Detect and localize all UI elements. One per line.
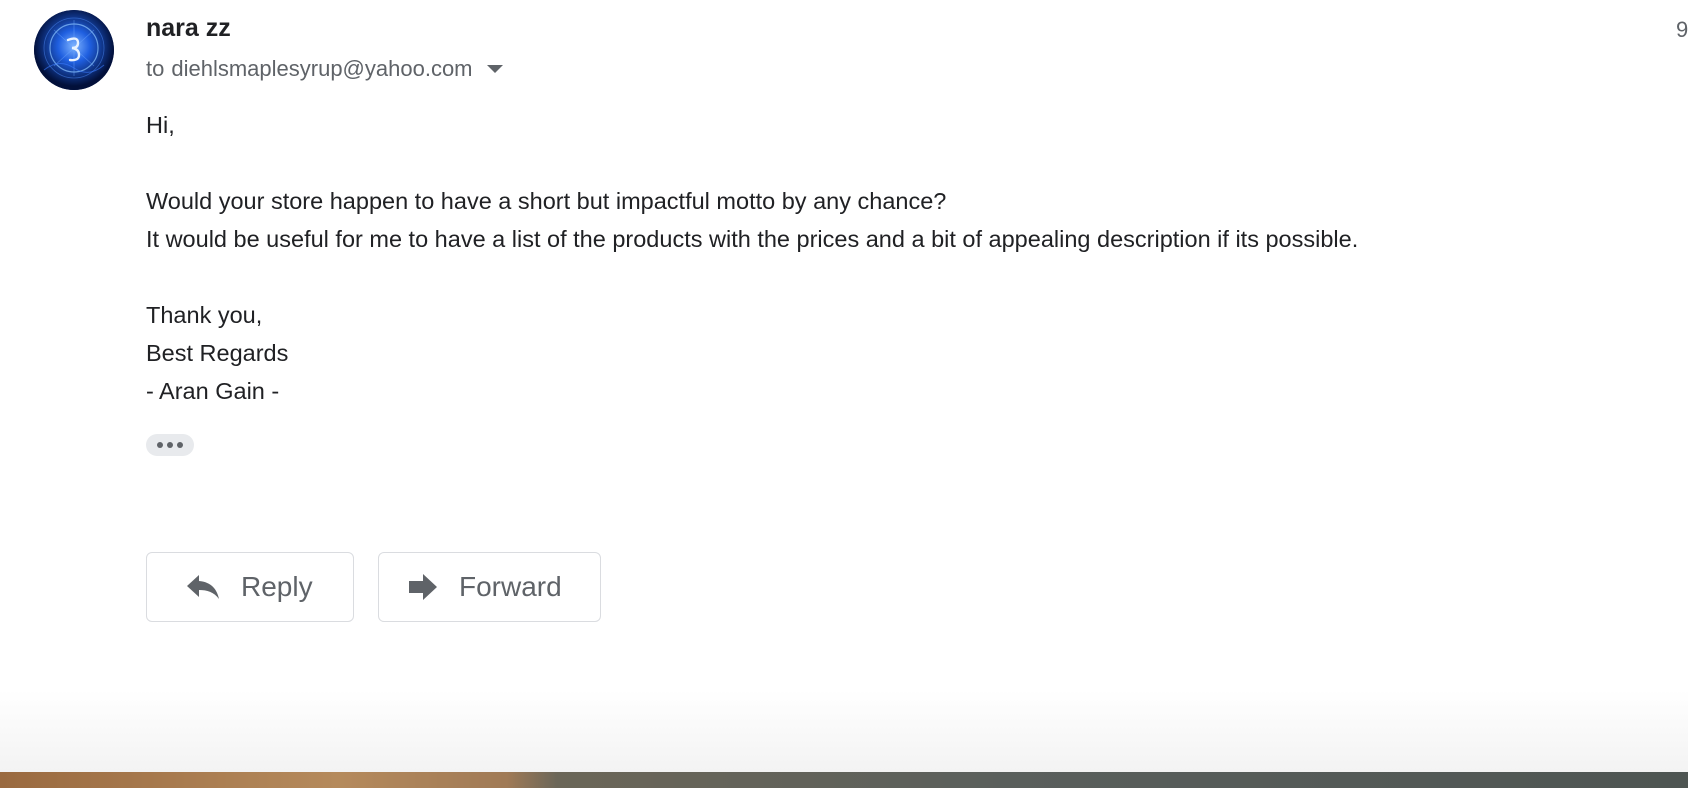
sender-avatar[interactable] <box>34 10 114 90</box>
recipient-prefix: to <box>146 56 165 81</box>
recipient-line: to diehlsmaplesyrup@yahoo.com <box>146 56 503 82</box>
email-view: nara zz to diehlsmaplesyrup@yahoo.com 9 … <box>0 0 1688 788</box>
content-bottom-fade <box>0 690 1688 772</box>
more-horiz-icon <box>167 442 173 448</box>
avatar-image <box>34 10 114 90</box>
caret-down-icon[interactable] <box>486 65 503 73</box>
body-spacer <box>146 258 1358 296</box>
more-horiz-icon <box>177 442 183 448</box>
message-timestamp: 9 <box>1676 17 1688 42</box>
body-closing-2: Best Regards <box>146 340 289 366</box>
forward-label: Forward <box>459 571 562 602</box>
body-closing-1: Thank you, <box>146 302 263 328</box>
forward-icon <box>409 574 437 600</box>
forward-button[interactable]: Forward <box>378 552 601 622</box>
reply-icon <box>187 575 219 599</box>
sender-name: nara zz <box>146 14 231 42</box>
desktop-background-strip <box>0 772 1688 788</box>
body-greeting: Hi, <box>146 112 175 138</box>
message-body: Hi, Would your store happen to have a sh… <box>146 106 1358 410</box>
body-line-1: Would your store happen to have a short … <box>146 188 947 214</box>
reply-button[interactable]: Reply <box>146 552 354 622</box>
body-signature: - Aran Gain - <box>146 378 280 404</box>
reply-label: Reply <box>241 571 313 602</box>
body-spacer <box>146 144 1358 182</box>
body-line-2: It would be useful for me to have a list… <box>146 226 1359 252</box>
more-horiz-icon <box>157 442 163 448</box>
recipient-address: diehlsmaplesyrup@yahoo.com <box>171 56 473 81</box>
show-trimmed-content-button[interactable] <box>146 434 194 456</box>
